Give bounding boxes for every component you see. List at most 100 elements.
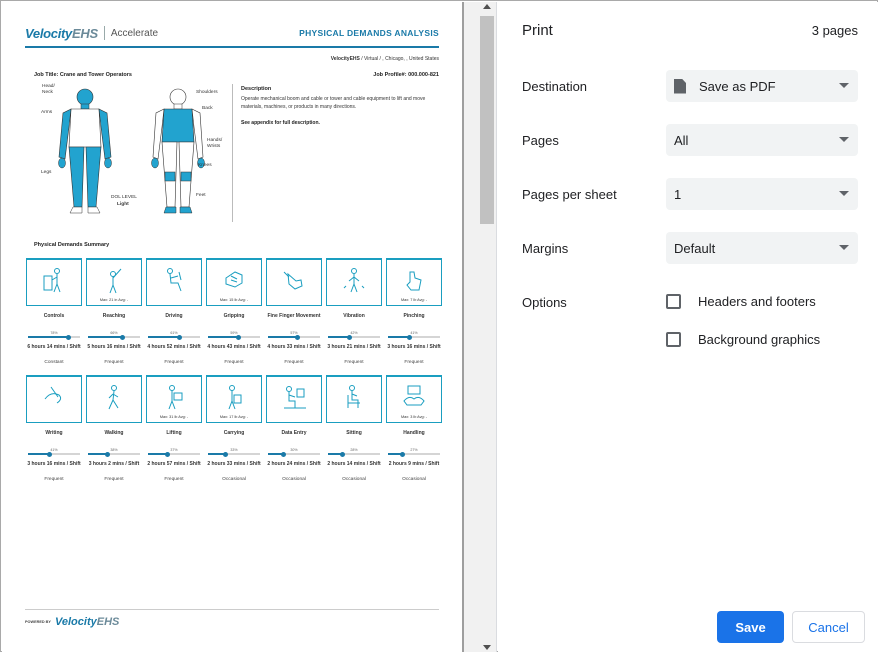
carrying-icon [228, 385, 242, 410]
label-legs: Legs [41, 170, 52, 175]
demand-frequency: Constant [44, 360, 64, 365]
demand-bar-fill [148, 336, 180, 338]
demand-max: Max: 21 in Avg: - [99, 297, 129, 302]
demand-bar [328, 334, 380, 340]
demand-frequency: Frequent [404, 360, 424, 365]
pages-per-sheet-label: Pages per sheet [522, 187, 617, 202]
scroll-down-icon[interactable] [483, 645, 491, 650]
demand-bar-marker [164, 451, 170, 457]
demand-name: Handling [403, 430, 425, 436]
doc-header: VelocityEHS Accelerate PHYSICAL DEMANDS … [25, 24, 439, 48]
demand-bar [208, 451, 260, 457]
demand-card: Max: 21 in Avg: - Reaching 66% 5 hours 16 m… [86, 258, 142, 365]
demand-bar-fill [28, 336, 69, 338]
demand-bar [268, 451, 320, 457]
label-hands-wrists: Hands/ Wrists [207, 138, 223, 149]
demand-name: Writing [45, 430, 63, 436]
demand-bar-fill [88, 336, 123, 338]
demand-frequency: Frequent [104, 360, 124, 365]
headers-footers-checkbox[interactable]: Headers and footers [666, 294, 816, 309]
demand-card: Max: 17 lb Avg: - Carrying 33% 2 hours 33 m… [206, 375, 262, 482]
demand-frequency: Frequent [164, 360, 184, 365]
job-title: Job Title: Crane and Tower Operators [34, 72, 132, 78]
demand-card: Walking 38% 3 hours 2 mins / Shift Frequent [86, 375, 142, 482]
brand-divider [103, 26, 105, 40]
save-button[interactable]: Save [717, 611, 784, 643]
label-feet: Feet [196, 193, 206, 198]
lifting-icon [168, 385, 183, 410]
checkbox-unchecked-icon[interactable] [666, 332, 681, 347]
body-figures: Head/ Neck Arms Legs Shoulders Back Hand… [25, 84, 230, 232]
dol-level-label: DOL LEVEL [111, 195, 137, 200]
options-label: Options [522, 295, 567, 310]
demand-percent: 66% [110, 331, 118, 335]
demand-icon-box: Max: 7 lb Avg: - [386, 258, 442, 306]
demands-row-1: Controls 78% 6 hours 14 mins / Shift Consta… [26, 258, 442, 365]
demand-bar-marker [406, 334, 412, 340]
demand-bar-marker [119, 334, 125, 340]
preview-scrollbar[interactable] [464, 2, 497, 652]
demand-icon-box [146, 258, 202, 306]
handling-icon [403, 385, 425, 406]
scrollbar-thumb[interactable] [480, 16, 494, 224]
demand-bar [28, 451, 80, 457]
print-title: Print [522, 22, 553, 39]
demand-max: Max: 3 lb Avg: - [400, 414, 428, 419]
print-preview: VelocityEHS Accelerate PHYSICAL DEMANDS … [2, 2, 464, 652]
demand-name: Sitting [346, 430, 362, 436]
scroll-up-icon[interactable] [483, 4, 491, 9]
vibration-icon [343, 268, 365, 293]
demand-bar [148, 451, 200, 457]
pages-per-sheet-select[interactable]: 1 [666, 178, 858, 210]
demand-icon-box [266, 375, 322, 423]
demand-card: Writing 41% 3 hours 16 mins / Shift Frequen… [26, 375, 82, 482]
demand-name: Controls [43, 313, 65, 319]
checkbox-unchecked-icon[interactable] [666, 294, 681, 309]
demand-card: Sitting 28% 2 hours 14 mins / Shift Occasio… [326, 375, 382, 482]
chevron-down-icon [839, 137, 849, 142]
demand-percent: 41% [50, 448, 58, 452]
driving-icon [167, 268, 182, 292]
demand-bar-marker [177, 334, 183, 340]
demand-percent: 27% [410, 448, 418, 452]
background-graphics-checkbox[interactable]: Background graphics [666, 332, 820, 347]
demand-icon-box [326, 258, 382, 306]
demand-name: Data Entry [281, 430, 307, 436]
demand-time: 3 hours 21 mins / Shift [327, 344, 381, 350]
demand-bar-fill [268, 336, 298, 338]
label-back: Back [202, 106, 213, 111]
demand-time: 2 hours 24 mins / Shift [267, 461, 321, 467]
pages-select[interactable]: All [666, 124, 858, 156]
job-profile: Job Profile#: 000.000-821 [373, 72, 439, 78]
demand-card: Max: 31 lb Avg: - Lifting 37% 2 hours 57 mi… [146, 375, 202, 482]
demand-bar-fill [208, 336, 239, 338]
demand-card: Max: 3 lb Avg: - Handling 27% 2 hours 9 min… [386, 375, 442, 482]
cancel-button[interactable]: Cancel [792, 611, 865, 643]
destination-select[interactable]: Save as PDF [666, 70, 858, 102]
page-count: 3 pages [811, 23, 858, 38]
sitting-icon [347, 385, 360, 408]
doc-location: VelocityEHS / Virtual / , Chicago, , Uni… [330, 56, 439, 62]
demand-frequency: Frequent [104, 477, 124, 482]
label-knees: Knees [198, 163, 212, 168]
label-head-neck: Head/ Neck [42, 84, 55, 95]
margins-select[interactable]: Default [666, 232, 858, 264]
demand-bar-marker [105, 451, 111, 457]
chevron-down-icon [839, 191, 849, 196]
demand-icon-box: Max: 17 lb Avg: - [206, 375, 262, 423]
demand-percent: 38% [110, 448, 118, 452]
footer-logo: VelocityEHS [54, 616, 120, 628]
demand-time: 2 hours 57 mins / Shift [147, 461, 201, 467]
demand-bar-marker [222, 451, 228, 457]
demand-time: 4 hours 52 mins / Shift [147, 344, 201, 350]
demand-card: Driving 61% 4 hours 52 mins / Shift Frequen… [146, 258, 202, 365]
demand-percent: 28% [350, 448, 358, 452]
demand-time: 5 hours 16 mins / Shift [87, 344, 141, 350]
demand-bar [148, 334, 200, 340]
demand-icon-box [266, 258, 322, 306]
demand-time: 3 hours 2 mins / Shift [88, 461, 140, 467]
description-block: Description Operate mechanical boom and … [232, 84, 439, 222]
demand-name: Reaching [102, 313, 126, 319]
demand-frequency: Frequent [284, 360, 304, 365]
demand-time: 3 hours 16 mins / Shift [387, 344, 441, 350]
